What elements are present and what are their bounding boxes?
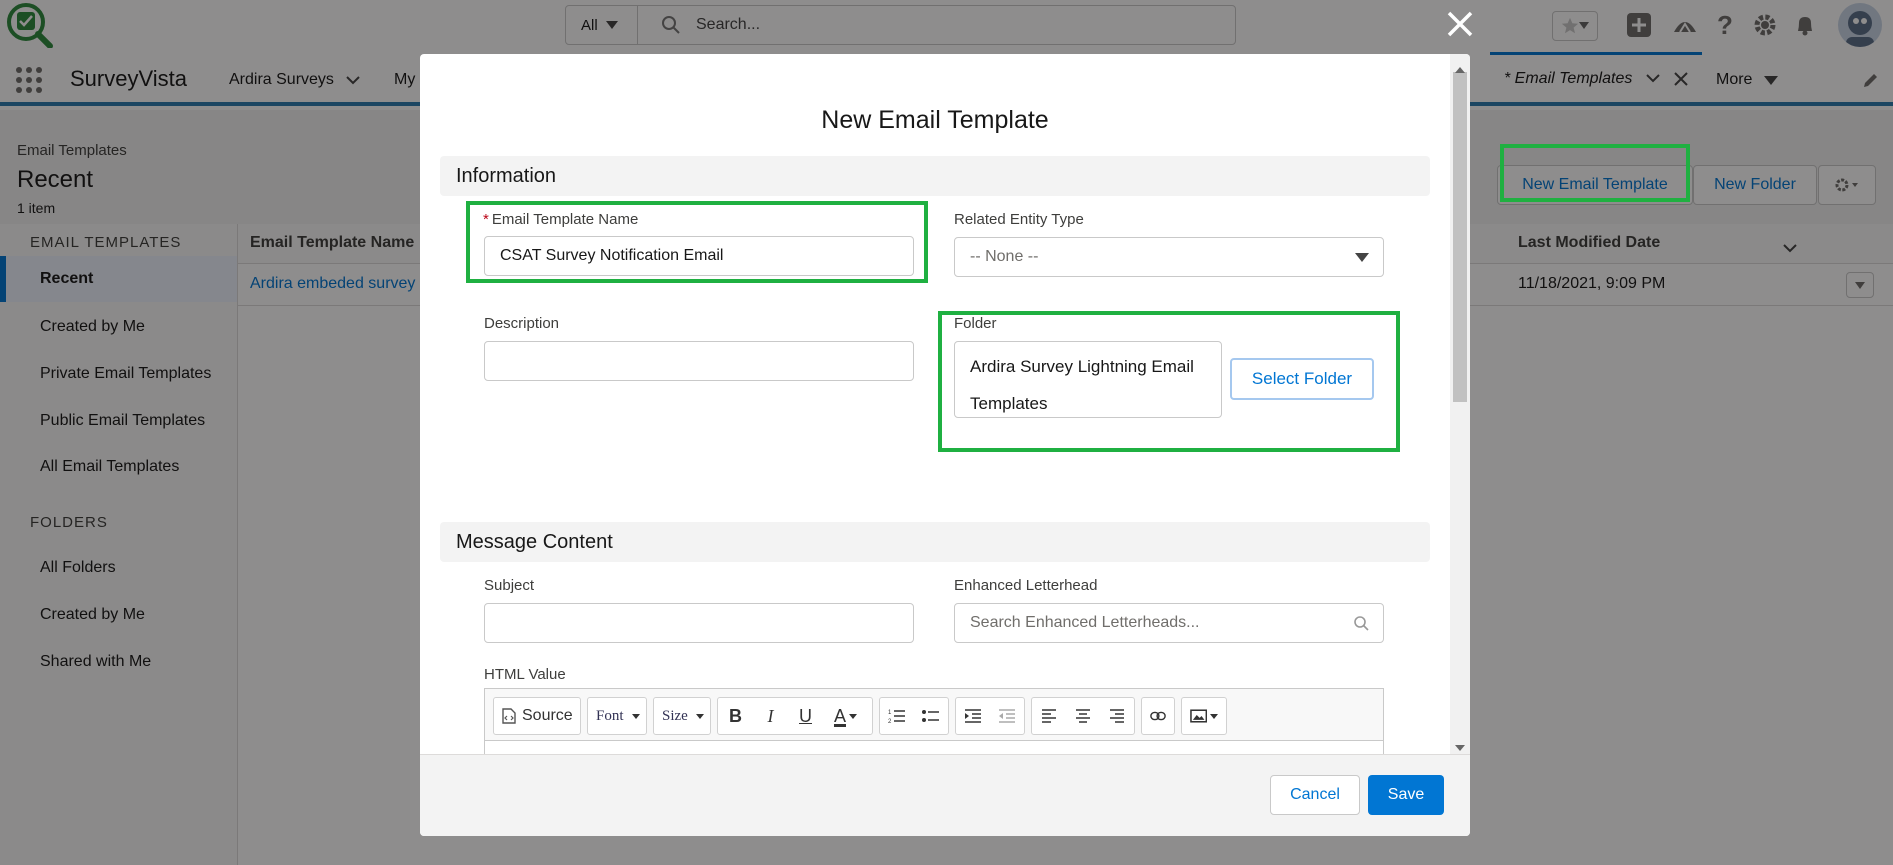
image-icon — [1182, 698, 1226, 734]
letterhead-lookup[interactable]: Search Enhanced Letterheads... — [954, 603, 1384, 643]
letterhead-label: Enhanced Letterhead — [954, 577, 1098, 594]
letterhead-placeholder: Search Enhanced Letterheads... — [970, 614, 1200, 631]
font-select[interactable]: Font — [587, 697, 647, 735]
search-icon — [1354, 616, 1369, 631]
chevron-down-icon — [631, 713, 640, 719]
section-message-content[interactable]: Message Content — [440, 522, 1430, 562]
html-value-editor[interactable] — [484, 740, 1384, 754]
related-entity-select[interactable]: -- None -- — [954, 237, 1384, 277]
template-name-input[interactable]: CSAT Survey Notification Email — [484, 236, 914, 276]
chevron-down-icon — [1355, 252, 1369, 262]
image-button[interactable] — [1181, 697, 1227, 735]
bulleted-list-icon[interactable] — [914, 698, 948, 734]
rich-text-toolbar: Source Font Size B I U A 1 2 — [484, 688, 1384, 744]
label-text: Email Template Name — [491, 211, 639, 228]
list-group: 12 — [879, 697, 949, 735]
source-label: Source — [522, 707, 573, 724]
indent-group — [955, 697, 1025, 735]
folder-label: Folder — [954, 315, 997, 332]
close-icon — [1447, 11, 1473, 37]
underline-icon[interactable]: U — [788, 698, 823, 734]
source-icon — [502, 708, 516, 724]
scroll-up-icon[interactable] — [1455, 60, 1465, 78]
chevron-down-icon — [695, 713, 704, 719]
text-color-icon[interactable]: A — [823, 698, 868, 734]
folder-value-line2: Templates — [970, 394, 1048, 413]
link-button[interactable] — [1141, 697, 1175, 735]
highlight-box — [1500, 144, 1690, 202]
svg-text:1: 1 — [888, 710, 892, 716]
related-entity-label: Related Entity Type — [954, 211, 1084, 228]
required-marker: * — [483, 211, 489, 228]
modal-footer: Cancel Save — [420, 754, 1470, 836]
html-value-label: HTML Value — [484, 666, 566, 683]
align-right-icon[interactable] — [1100, 698, 1134, 734]
source-button[interactable]: Source — [493, 697, 581, 735]
select-folder-button[interactable]: Select Folder — [1230, 358, 1374, 400]
align-center-icon[interactable] — [1066, 698, 1100, 734]
font-label: Font — [596, 707, 624, 724]
indent-icon[interactable] — [956, 698, 990, 734]
close-modal-button[interactable] — [1440, 4, 1480, 44]
subject-label: Subject — [484, 577, 535, 594]
description-label: Description — [484, 315, 560, 332]
save-button[interactable]: Save — [1368, 775, 1444, 815]
format-group: B I U A — [717, 697, 873, 735]
size-select[interactable]: Size — [653, 697, 711, 735]
modal-body: New Email Template Information * Email Te… — [420, 54, 1470, 754]
section-information[interactable]: Information — [440, 156, 1430, 196]
scroll-down-icon[interactable] — [1455, 738, 1465, 754]
align-left-icon[interactable] — [1032, 698, 1066, 734]
folder-field: Ardira Survey Lightning Email Templates — [954, 341, 1222, 418]
scrollbar-thumb[interactable] — [1453, 72, 1467, 402]
new-email-template-modal: New Email Template Information * Email Te… — [420, 54, 1470, 836]
numbered-list-icon[interactable]: 12 — [880, 698, 914, 734]
modal-title: New Email Template — [821, 106, 1049, 134]
cancel-button[interactable]: Cancel — [1270, 775, 1360, 815]
subject-input[interactable] — [484, 603, 914, 643]
related-entity-value: -- None -- — [970, 248, 1039, 265]
align-group — [1031, 697, 1135, 735]
bold-icon[interactable]: B — [718, 698, 753, 734]
description-input[interactable] — [484, 341, 914, 381]
link-icon — [1142, 698, 1174, 734]
template-name-label: * Email Template Name — [483, 211, 638, 228]
folder-value-line1: Ardira Survey Lightning Email — [970, 357, 1194, 376]
svg-text:2: 2 — [888, 719, 892, 724]
italic-icon[interactable]: I — [753, 698, 788, 734]
outdent-icon[interactable] — [990, 698, 1024, 734]
size-label: Size — [662, 707, 688, 724]
